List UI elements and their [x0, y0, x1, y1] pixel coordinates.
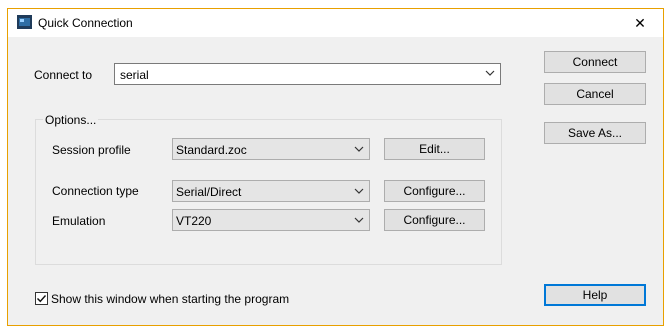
options-group-label: Options... — [43, 113, 99, 127]
chevron-down-icon — [485, 70, 495, 76]
chevron-down-icon — [354, 217, 364, 223]
connect-button[interactable]: Connect — [544, 51, 646, 73]
chevron-down-icon — [354, 146, 364, 152]
connection-type-select[interactable]: Serial/Direct — [172, 180, 370, 202]
show-window-checkbox[interactable] — [35, 292, 48, 305]
save-as-button[interactable]: Save As... — [544, 122, 646, 144]
close-icon: ✕ — [634, 14, 646, 31]
close-button[interactable]: ✕ — [617, 9, 663, 37]
emulation-label: Emulation — [52, 214, 106, 228]
connect-to-combobox[interactable]: serial — [114, 63, 501, 85]
session-profile-select[interactable]: Standard.zoc — [172, 138, 370, 160]
connection-type-label: Connection type — [52, 184, 139, 198]
session-profile-label: Session profile — [52, 143, 131, 157]
connection-type-value: Serial/Direct — [176, 185, 242, 199]
cancel-button[interactable]: Cancel — [544, 83, 646, 105]
show-window-label: Show this window when starting the progr… — [51, 292, 290, 306]
session-profile-value: Standard.zoc — [176, 143, 247, 157]
emulation-value: VT220 — [176, 214, 212, 228]
app-icon — [17, 15, 32, 29]
connect-to-value: serial — [120, 68, 149, 82]
quick-connection-dialog: Quick Connection ✕ Connect to serial Con… — [7, 8, 664, 326]
window-title: Quick Connection — [38, 16, 133, 30]
help-button[interactable]: Help — [544, 284, 646, 306]
chevron-down-icon — [354, 188, 364, 194]
connect-to-label: Connect to — [34, 68, 93, 82]
edit-button[interactable]: Edit... — [384, 138, 485, 160]
configure-emulation-button[interactable]: Configure... — [384, 209, 485, 231]
configure-connection-button[interactable]: Configure... — [384, 180, 485, 202]
title-bar: Quick Connection ✕ — [8, 9, 663, 37]
checkmark-icon — [37, 295, 47, 303]
emulation-select[interactable]: VT220 — [172, 209, 370, 231]
